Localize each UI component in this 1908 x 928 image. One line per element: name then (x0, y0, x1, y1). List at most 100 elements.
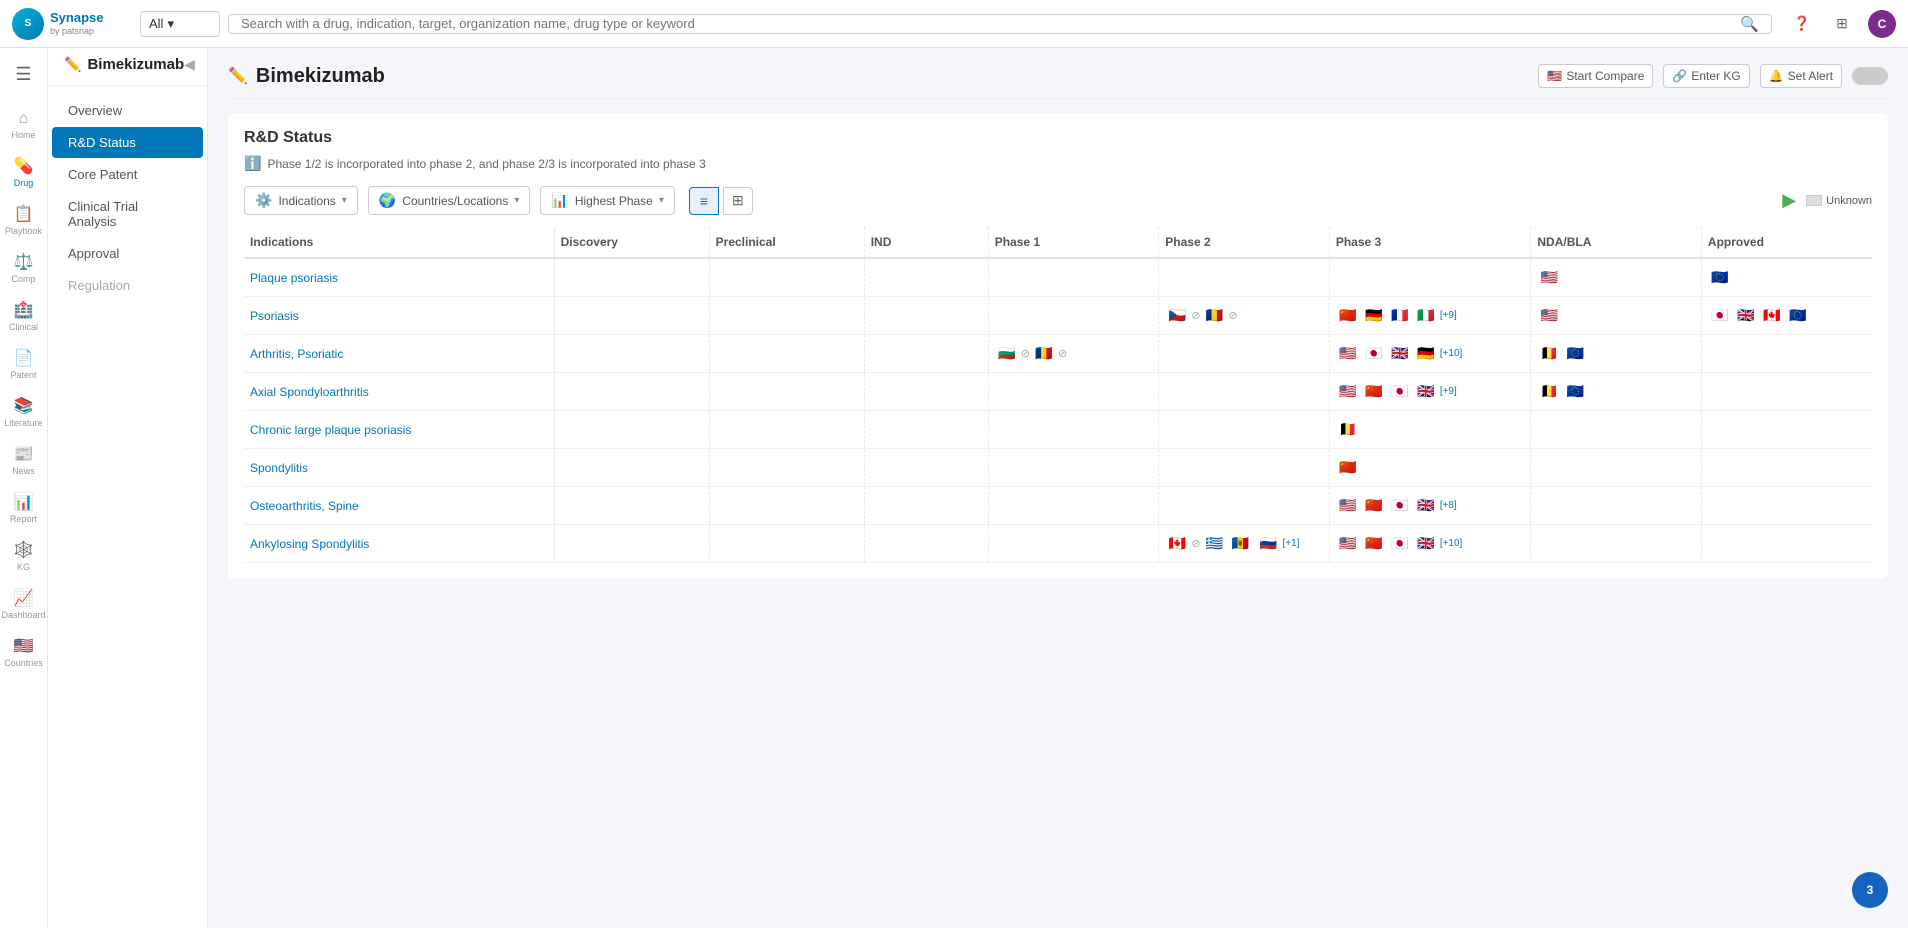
rd-note: ℹ️ Phase 1/2 is incorporated into phase … (244, 155, 1872, 172)
search-icon[interactable]: 🔍 (1740, 15, 1759, 33)
countries-filter-btn[interactable]: 🌍 Countries/Locations ▾ (368, 186, 531, 215)
flag-gb (1415, 498, 1437, 513)
user-avatar[interactable]: C (1868, 10, 1896, 38)
sidebar-nav-item-approval[interactable]: Approval (52, 238, 203, 269)
flag-jp (1389, 536, 1411, 551)
phase1-cell (988, 411, 1159, 449)
rd-note-text: Phase 1/2 is incorporated into phase 2, … (267, 157, 705, 171)
preclinical-cell (709, 373, 864, 411)
top-nav: S Synapse by patsnap All ▾ 🔍 ❓ ⊞ C (0, 0, 1908, 48)
flag-fr (1389, 308, 1411, 323)
grid-icon[interactable]: ⊞ (1828, 10, 1856, 38)
indication-link[interactable]: Spondylitis (250, 461, 308, 475)
search-type-dropdown[interactable]: All ▾ (140, 11, 220, 37)
table-row: Psoriasis ⊘ ⊘ (244, 297, 1872, 335)
flag-jp (1709, 308, 1731, 323)
indications-filter-btn[interactable]: ⚙️ Indications ▾ (244, 186, 358, 215)
drug-header: ✏️ Bimekizumab 🇺🇸 Start Compare 🔗 Enter … (228, 64, 1888, 99)
preclinical-cell (709, 525, 864, 563)
preclinical-cell (709, 297, 864, 335)
start-compare-label: Start Compare (1566, 69, 1644, 83)
sidebar-item-dashboard[interactable]: 📈 Dashboard (2, 582, 46, 626)
flag-cz (1166, 308, 1188, 323)
indication-link[interactable]: Ankylosing Spondylitis (250, 537, 369, 551)
phase3-cell: [+10] (1329, 525, 1531, 563)
indication-link[interactable]: Osteoarthritis, Spine (250, 499, 359, 513)
sidebar-item-clinical[interactable]: 🏥 Clinical (2, 294, 46, 338)
flag-cn (1337, 460, 1359, 475)
sidebar-item-drug[interactable]: 💊 Drug (2, 150, 46, 194)
info-icon: ℹ️ (244, 155, 261, 172)
sidebar-nav-item-rd-status[interactable]: R&D Status (52, 127, 203, 158)
nda-cell (1531, 449, 1702, 487)
drug-icon-header: ✏️ (228, 66, 248, 86)
more-badge[interactable]: [+10] (1440, 538, 1463, 549)
start-compare-button[interactable]: 🇺🇸 Start Compare (1538, 64, 1653, 88)
flag-jp (1389, 384, 1411, 399)
search-input[interactable] (241, 16, 1732, 31)
sidebar-item-patent[interactable]: 📄 Patent (2, 342, 46, 386)
set-alert-button[interactable]: 🔔 Set Alert (1760, 64, 1842, 88)
help-icon[interactable]: ❓ (1788, 10, 1816, 38)
unknown-indicator: Unknown (1806, 195, 1872, 207)
indications-filter-icon: ⚙️ (255, 192, 272, 209)
drug-pencil-icon: ✏️ (64, 56, 81, 73)
sidebar-item-comp[interactable]: ⚖️ Comp (2, 246, 46, 290)
sidebar-item-countries[interactable]: 🇺🇸 Countries (2, 630, 46, 674)
search-bar[interactable]: 🔍 (228, 14, 1772, 34)
highest-phase-filter-btn[interactable]: 📊 Highest Phase ▾ (540, 186, 675, 215)
flag-ca (1166, 536, 1188, 551)
sidebar-label-dashboard: Dashboard (1, 610, 45, 620)
indication-link[interactable]: Axial Spondyloarthritis (250, 385, 369, 399)
sidebar-nav-item-clinical-trial[interactable]: Clinical Trial Analysis (52, 191, 203, 237)
table-row: Chronic large plaque psoriasis (244, 411, 1872, 449)
sidebar-item-literature[interactable]: 📚 Literature (2, 390, 46, 434)
logo-text: Synapse (50, 11, 103, 25)
alert-toggle[interactable] (1852, 67, 1888, 85)
chevron-down-icon: ▾ (167, 16, 174, 32)
col-header-phase1: Phase 1 (988, 227, 1159, 258)
flag-us (1337, 384, 1359, 399)
ind-cell (864, 525, 988, 563)
more-badge[interactable]: [+10] (1440, 348, 1463, 359)
indication-link[interactable]: Psoriasis (250, 309, 299, 323)
sidebar-nav-item-regulation[interactable]: Regulation (52, 270, 203, 301)
more-badge[interactable]: [+8] (1440, 500, 1457, 511)
sidebar-item-report[interactable]: 📊 Report (2, 486, 46, 530)
ind-cell (864, 373, 988, 411)
enter-kg-button[interactable]: 🔗 Enter KG (1663, 64, 1749, 88)
grid-view-btn[interactable]: ⊞ (723, 187, 753, 215)
sidebar-item-playbook[interactable]: 📋 Playbook (2, 198, 46, 242)
table-row: Osteoarthritis, Spine [ (244, 487, 1872, 525)
list-view-btn[interactable]: ≡ (689, 187, 719, 215)
sidebar-item-kg[interactable]: 🕸️ KG (2, 534, 46, 578)
indication-link[interactable]: Chronic large plaque psoriasis (250, 423, 411, 437)
indication-link[interactable]: Plaque psoriasis (250, 271, 338, 285)
indication-cell: Osteoarthritis, Spine (244, 487, 554, 525)
collapse-sidebar-icon[interactable]: ◀ (184, 56, 195, 73)
flag-cn (1363, 384, 1385, 399)
sidebar-nav-item-overview[interactable]: Overview (52, 95, 203, 126)
logo-sub: by patsnap (50, 26, 103, 36)
menu-toggle-icon[interactable]: ☰ (2, 56, 46, 92)
phase2-cell (1159, 411, 1330, 449)
phase1-cell (988, 487, 1159, 525)
kg-green-indicator: ▶ (1782, 190, 1796, 211)
sidebar-item-home[interactable]: ⌂ Home (2, 104, 46, 146)
globe-icon: 🌍 (379, 192, 396, 209)
sidebar-nav-item-core-patent[interactable]: Core Patent (52, 159, 203, 190)
table-row: Arthritis, Psoriatic ⊘ ⊘ (244, 335, 1872, 373)
indication-link[interactable]: Arthritis, Psoriatic (250, 347, 343, 361)
flag-bg (996, 346, 1018, 361)
notification-badge[interactable]: 3 (1852, 872, 1888, 908)
more-badge[interactable]: [+1] (1282, 538, 1299, 549)
phase3-cell (1329, 258, 1531, 297)
sidebar-item-news[interactable]: 📰 News (2, 438, 46, 482)
more-badge[interactable]: [+9] (1440, 386, 1457, 397)
flag-ro (1033, 346, 1055, 361)
more-badge[interactable]: [+9] (1440, 310, 1457, 321)
discovery-cell (554, 258, 709, 297)
literature-icon: 📚 (14, 396, 34, 416)
flag-us (1538, 270, 1560, 285)
phase1-cell (988, 258, 1159, 297)
